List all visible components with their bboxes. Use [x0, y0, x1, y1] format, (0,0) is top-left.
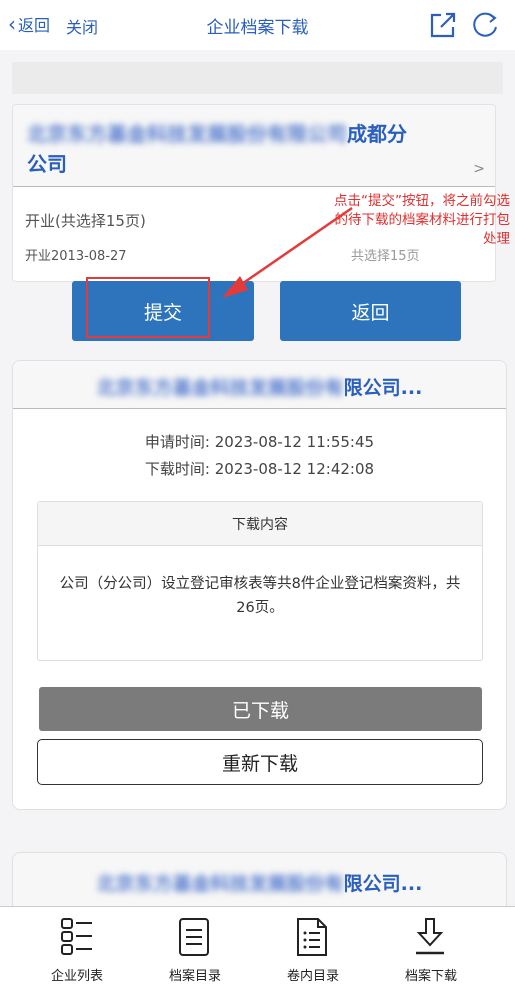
record-company-name: 北京东方基金科技发展股份有限公司...	[13, 373, 506, 400]
download-content-body: 公司（分公司）设立登记审核表等共8件企业登记档案资料，共26页。	[59, 576, 461, 616]
record-company-name-blurred: 北京东方基金科技发展股份有	[96, 377, 344, 399]
tab-volume-catalog-label: 卷内目录	[286, 969, 339, 984]
download-record-card: 北京东方基金科技发展股份有限公司... 申请时间: 2023-08-12 11:…	[12, 360, 507, 810]
search-strip	[12, 62, 503, 94]
tab-bar: 企业列表 档案目录 卷内目录 档案下载	[0, 906, 515, 992]
selected-item-label: 开业(共选择15页)	[25, 212, 146, 230]
tab-archive-catalog[interactable]: 档案目录	[140, 907, 250, 992]
archive-download-icon	[416, 918, 444, 955]
share-icon[interactable]	[428, 10, 458, 40]
nav-bar: ‹ 返回 关闭 企业档案下载	[0, 0, 515, 50]
chevron-right-icon: >	[473, 161, 485, 177]
record-company-name-2-blurred: 北京东方基金科技发展股份有	[96, 873, 344, 895]
company-list-icon	[61, 918, 92, 955]
annotation-text: 点击“提交”按钮，将之前勾选的待下载的档案材料进行打包处理	[334, 193, 510, 247]
company-name-blurred: 北京东方基金科技发展股份有限公司	[27, 122, 347, 146]
apply-time: 申请时间: 2023-08-12 11:55:45	[144, 433, 375, 451]
download-record-card-2: 北京东方基金科技发展股份有限公司...	[12, 852, 507, 912]
tab-archive-catalog-label: 档案目录	[168, 969, 221, 984]
refresh-icon[interactable]	[470, 10, 500, 40]
record-company-name-visible: 限公司...	[343, 377, 423, 399]
redownload-button[interactable]: 重新下载	[37, 739, 483, 785]
tab-archive-download-label: 档案下载	[404, 969, 457, 984]
company-name-visible: 成都分	[347, 122, 407, 146]
selection-card-header[interactable]: 北京东方基金科技发展股份有限公司成都分 公司 >	[13, 105, 495, 187]
company-name-line2: 公司	[27, 152, 67, 176]
tab-company-list-label: 企业列表	[50, 969, 103, 984]
selected-item-date: 开业2013-08-27	[25, 249, 127, 264]
downloaded-button[interactable]: 已下载	[39, 687, 482, 731]
company-name: 北京东方基金科技发展股份有限公司成都分 公司	[27, 119, 487, 179]
return-button[interactable]: 返回	[280, 281, 461, 341]
record-company-name-2-visible: 限公司...	[343, 873, 423, 895]
download-content-header: 下载内容	[38, 502, 482, 546]
download-time: 下载时间: 2023-08-12 12:42:08	[144, 460, 375, 478]
volume-catalog-icon	[297, 918, 327, 956]
record-company-name-2: 北京东方基金科技发展股份有限公司...	[13, 869, 506, 896]
tab-volume-catalog[interactable]: 卷内目录	[258, 907, 368, 992]
record-card-header: 北京东方基金科技发展股份有限公司...	[13, 361, 506, 409]
tab-company-list[interactable]: 企业列表	[22, 907, 132, 992]
download-content-box: 下载内容 公司（分公司）设立登记审核表等共8件企业登记档案资料，共26页。	[37, 501, 483, 661]
highlight-box	[86, 277, 210, 338]
tab-archive-download[interactable]: 档案下载	[376, 907, 486, 992]
page: ‹ 返回 关闭 企业档案下载 北京东方基金科技发展股份有限公司成都分 公司 > …	[0, 0, 515, 992]
archive-catalog-icon	[179, 918, 209, 956]
